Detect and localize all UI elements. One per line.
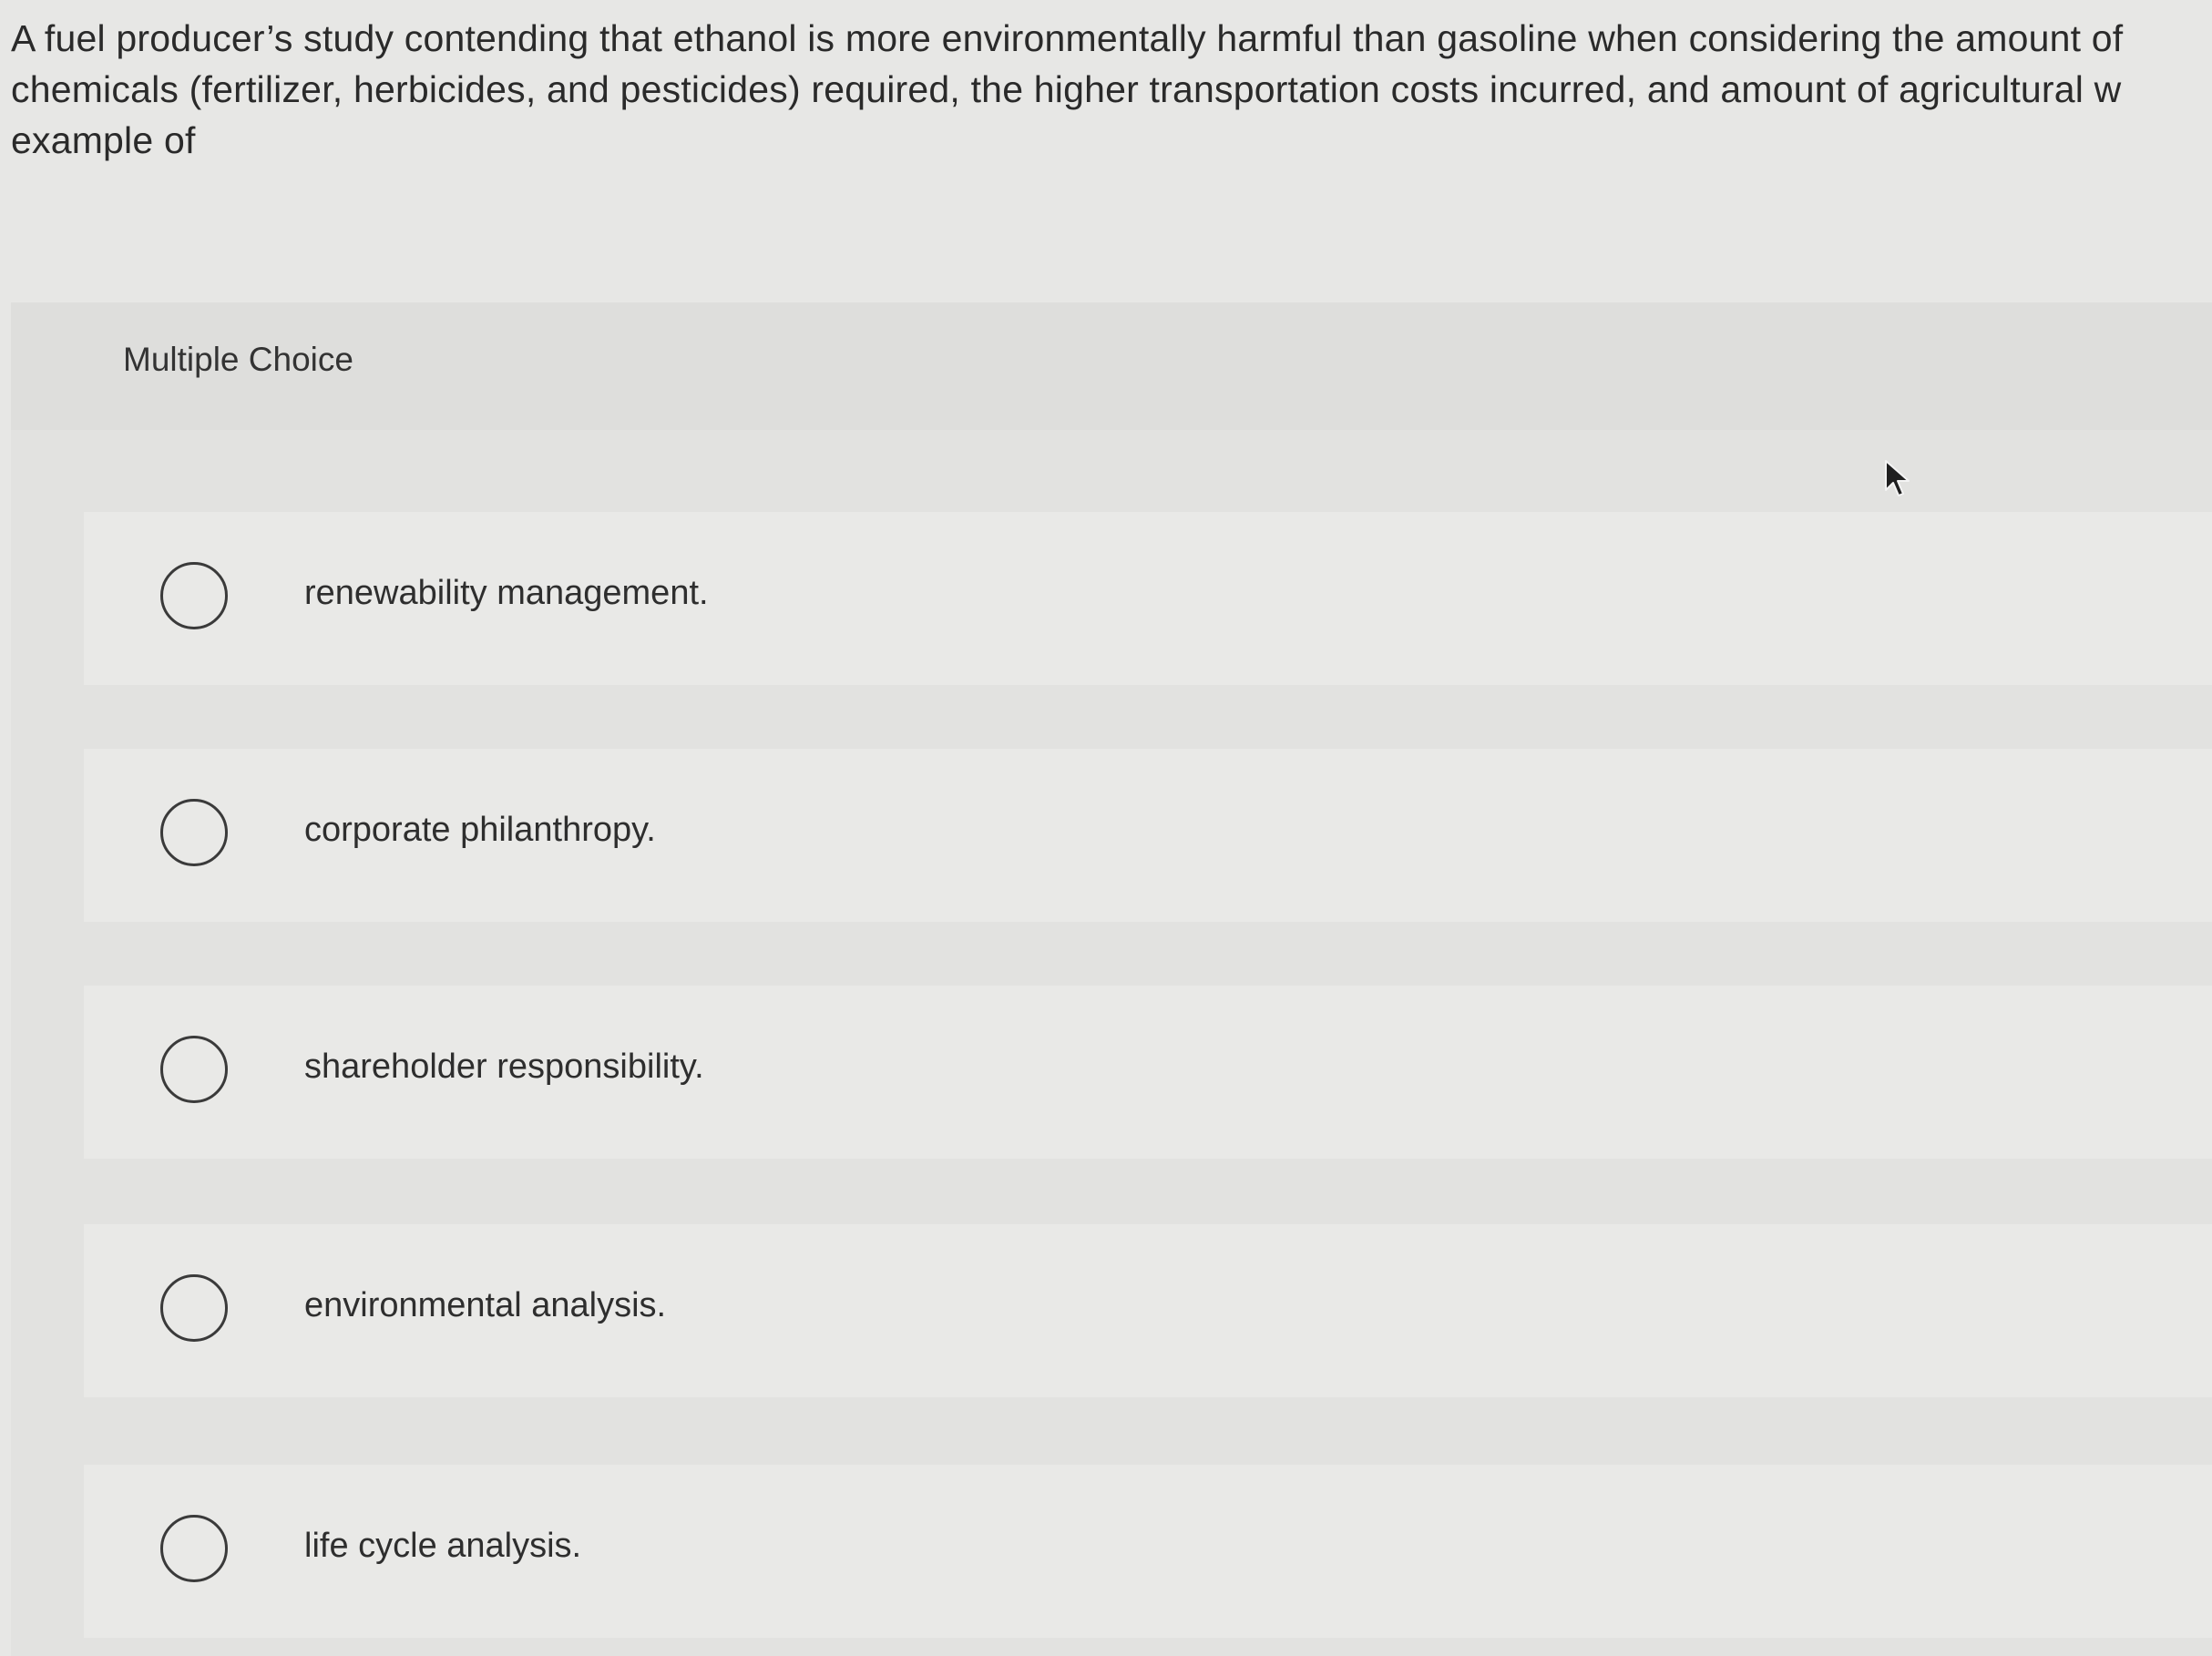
multiple-choice-header: Multiple Choice <box>11 302 2212 430</box>
radio-button-icon[interactable] <box>160 1036 228 1103</box>
answer-option-label: renewability management. <box>304 574 709 612</box>
answer-option[interactable]: life cycle analysis. <box>84 1465 2212 1638</box>
mouse-pointer-icon <box>1885 460 1910 496</box>
multiple-choice-panel: Multiple Choice renewability management.… <box>11 302 2212 1656</box>
radio-button-icon[interactable] <box>160 1515 228 1582</box>
answer-option-label: environmental analysis. <box>304 1286 667 1324</box>
answer-option[interactable]: shareholder responsibility. <box>84 986 2212 1159</box>
question-line: A fuel producer’s study contending that … <box>11 17 2124 59</box>
radio-button-icon[interactable] <box>160 799 228 866</box>
radio-button-icon[interactable] <box>160 562 228 629</box>
question-line: chemicals (fertilizer, herbicides, and p… <box>11 68 2122 110</box>
question-line: example of <box>11 119 196 161</box>
answer-option[interactable]: environmental analysis. <box>84 1224 2212 1397</box>
question-text: A fuel producer’s study contending that … <box>11 13 2212 166</box>
answer-option-label: life cycle analysis. <box>304 1527 582 1565</box>
answer-option[interactable]: corporate philanthropy. <box>84 749 2212 922</box>
answer-option[interactable]: renewability management. <box>84 512 2212 685</box>
radio-button-icon[interactable] <box>160 1274 228 1342</box>
multiple-choice-label: Multiple Choice <box>123 341 353 378</box>
answer-option-label: corporate philanthropy. <box>304 811 656 849</box>
answer-option-label: shareholder responsibility. <box>304 1048 704 1086</box>
